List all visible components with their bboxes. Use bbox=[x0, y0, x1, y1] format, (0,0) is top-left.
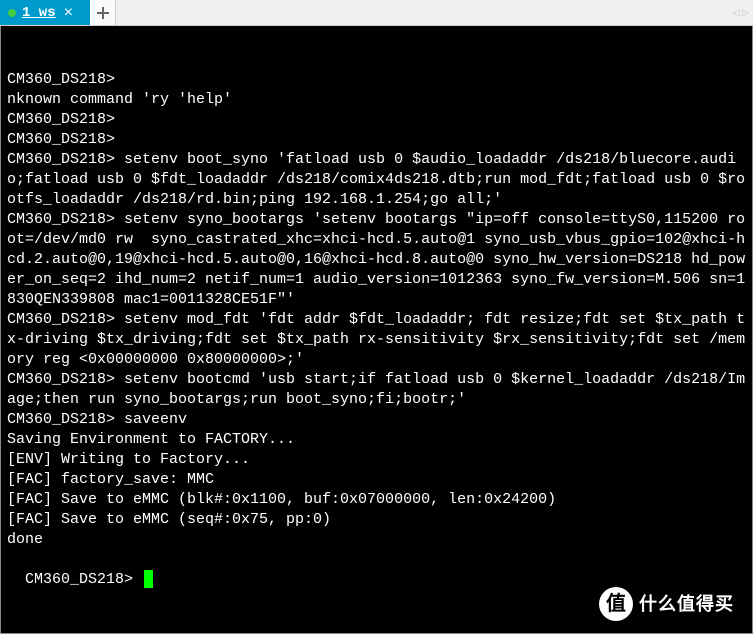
terminal-output[interactable]: CM360_DS218>nknown command 'ry 'help'CM3… bbox=[0, 26, 753, 634]
terminal-line: [FAC] Save to eMMC (blk#:0x1100, buf:0x0… bbox=[7, 490, 746, 510]
tab-prev-icon: ◁ bbox=[733, 5, 740, 20]
tab-nav-arrows: ◁ ▷ bbox=[733, 0, 749, 25]
terminal-line: CM360_DS218> setenv mod_fdt 'fdt addr $f… bbox=[7, 310, 746, 370]
add-tab-button[interactable] bbox=[90, 0, 116, 25]
terminal-line: CM360_DS218> saveenv bbox=[7, 410, 746, 430]
terminal-line: done bbox=[7, 530, 746, 550]
terminal-line: [ENV] Writing to Factory... bbox=[7, 450, 746, 470]
tab-label: 1 ws bbox=[22, 5, 56, 21]
terminal-line: nknown command 'ry 'help' bbox=[7, 90, 746, 110]
cursor-icon bbox=[144, 570, 153, 588]
tab-bar: 1 ws × ◁ ▷ bbox=[0, 0, 753, 26]
connection-status-icon bbox=[8, 9, 16, 17]
terminal-lines: CM360_DS218>nknown command 'ry 'help'CM3… bbox=[7, 70, 746, 550]
terminal-line: CM360_DS218> bbox=[7, 110, 746, 130]
close-icon[interactable]: × bbox=[62, 5, 76, 21]
terminal-line: CM360_DS218> bbox=[7, 70, 746, 90]
terminal-prompt: CM360_DS218> bbox=[25, 571, 142, 588]
terminal-line: CM360_DS218> bbox=[7, 130, 746, 150]
watermark: 值 什么值得买 bbox=[599, 587, 734, 621]
terminal-line: Saving Environment to FACTORY... bbox=[7, 430, 746, 450]
tab-next-icon: ▷ bbox=[742, 5, 749, 20]
terminal-line: CM360_DS218> setenv syno_bootargs 'seten… bbox=[7, 210, 746, 310]
tab-active[interactable]: 1 ws × bbox=[0, 0, 90, 25]
terminal-line: [FAC] Save to eMMC (seq#:0x75, pp:0) bbox=[7, 510, 746, 530]
watermark-brand-text: 什么值得买 bbox=[639, 594, 734, 614]
terminal-line: [FAC] factory_save: MMC bbox=[7, 470, 746, 490]
terminal-line: CM360_DS218> setenv boot_syno 'fatload u… bbox=[7, 150, 746, 210]
watermark-logo-icon: 值 bbox=[599, 587, 633, 621]
plus-icon bbox=[97, 7, 109, 19]
terminal-line: CM360_DS218> setenv bootcmd 'usb start;i… bbox=[7, 370, 746, 410]
